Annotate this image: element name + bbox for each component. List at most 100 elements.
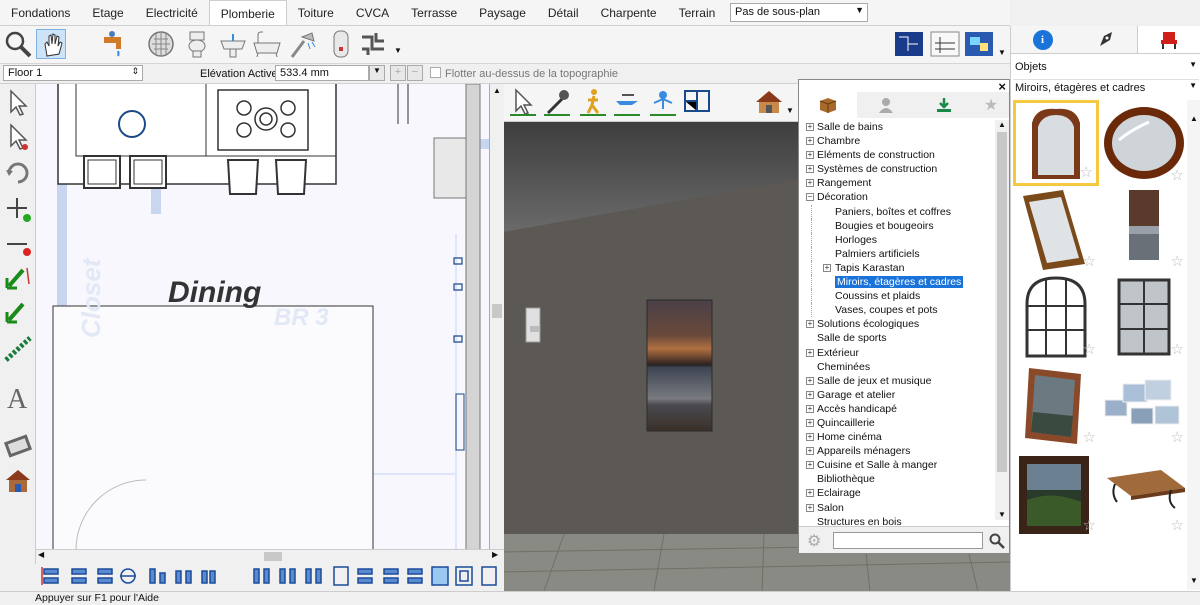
drain-icon[interactable] bbox=[146, 29, 176, 59]
thumb-oval-mirror[interactable]: ☆ bbox=[1101, 100, 1187, 186]
tree-item[interactable]: Horloges bbox=[803, 232, 993, 247]
tab-terrain[interactable]: Terrain bbox=[668, 0, 727, 25]
thumb-rect-mirror[interactable]: ☆ bbox=[1013, 186, 1099, 272]
scroll-thumb[interactable] bbox=[264, 552, 282, 561]
tab-fondations[interactable]: Fondations bbox=[0, 0, 81, 25]
trim-icon[interactable] bbox=[3, 334, 33, 364]
tree-item[interactable]: + Accès handicapé bbox=[803, 402, 993, 416]
tree-item[interactable]: + Tapis Karastan bbox=[803, 260, 993, 276]
scroll-thumb[interactable] bbox=[492, 304, 502, 318]
expand-icon[interactable]: + bbox=[806, 390, 814, 399]
library-search-input[interactable] bbox=[833, 532, 983, 549]
tree-item[interactable]: + Eclairage bbox=[803, 486, 993, 500]
add-point-icon[interactable] bbox=[3, 194, 33, 224]
tab-user[interactable] bbox=[857, 92, 915, 118]
join-line-icon[interactable] bbox=[3, 298, 33, 328]
expand-icon[interactable]: + bbox=[806, 151, 814, 160]
scroll-thumb[interactable] bbox=[997, 132, 1007, 472]
water-heater-icon[interactable] bbox=[326, 29, 356, 59]
settings-gear-icon[interactable]: ⚙ bbox=[807, 531, 821, 551]
layout-icon[interactable] bbox=[682, 87, 712, 117]
tab-download[interactable] bbox=[915, 92, 973, 118]
elevation-input[interactable]: 533.4 mm bbox=[275, 65, 369, 81]
plan-horizontal-scrollbar[interactable]: ◀ ▶ bbox=[36, 549, 504, 563]
sprinkler-icon[interactable] bbox=[648, 87, 678, 117]
float-topo-checkbox[interactable] bbox=[430, 67, 441, 78]
favorite-star-icon[interactable]: ☆ bbox=[1080, 163, 1093, 181]
category-dropdown[interactable]: Miroirs, étagères et cadres ▼ bbox=[1013, 79, 1199, 96]
tree-item[interactable]: + Solutions écologiques bbox=[803, 317, 993, 331]
rotate-icon[interactable] bbox=[3, 158, 33, 188]
shower-icon[interactable] bbox=[288, 29, 318, 59]
expand-icon[interactable]: + bbox=[806, 165, 814, 174]
scroll-up-icon[interactable]: ▲ bbox=[493, 86, 501, 95]
floor-select[interactable]: Floor 1 ⇕ bbox=[3, 65, 143, 81]
camera-icon[interactable] bbox=[3, 430, 33, 460]
favorite-star-icon[interactable]: ☆ bbox=[1171, 428, 1184, 446]
thumb-grid-mirror[interactable]: ☆ bbox=[1101, 274, 1187, 360]
expand-icon[interactable]: + bbox=[806, 348, 814, 357]
scroll-right-icon[interactable]: ▶ bbox=[492, 550, 498, 559]
faucet-icon[interactable] bbox=[100, 29, 130, 59]
favorite-star-icon[interactable]: ☆ bbox=[1171, 340, 1184, 358]
tree-item[interactable]: + Garage et atelier bbox=[803, 388, 993, 402]
tree-item[interactable]: + Salle de bains bbox=[803, 120, 993, 134]
tree-item[interactable]: + Chambre bbox=[803, 134, 993, 148]
tree-item[interactable]: + Extérieur bbox=[803, 346, 993, 360]
text-tool-icon[interactable]: A bbox=[3, 382, 33, 412]
favorite-star-icon[interactable]: ☆ bbox=[1171, 252, 1184, 270]
scroll-down-icon[interactable]: ▼ bbox=[998, 510, 1006, 519]
bathtub-icon[interactable] bbox=[252, 29, 282, 59]
expand-icon[interactable]: + bbox=[806, 503, 814, 512]
3d-view-icon[interactable] bbox=[964, 29, 994, 59]
tree-item[interactable]: Bibliothèque bbox=[803, 472, 993, 486]
expand-icon[interactable]: + bbox=[806, 489, 814, 498]
tab-detail[interactable]: Détail bbox=[537, 0, 590, 25]
thumb-wall-shelf[interactable]: ☆ bbox=[1101, 450, 1187, 536]
expand-icon[interactable]: + bbox=[806, 137, 814, 146]
zoom-icon[interactable] bbox=[3, 29, 33, 59]
tab-toiture[interactable]: Toiture bbox=[287, 0, 345, 25]
tab-plomberie[interactable]: Plomberie bbox=[208, 0, 287, 25]
view-options-icon[interactable]: ▼ bbox=[998, 48, 1006, 57]
sub-plan-select[interactable]: Pas de sous-plan ▼ bbox=[730, 3, 868, 22]
pan-button[interactable] bbox=[36, 29, 66, 59]
tab-info[interactable]: i bbox=[1011, 26, 1074, 53]
tree-item[interactable]: + Appareils ménagers bbox=[803, 444, 993, 458]
multi-select-icon[interactable] bbox=[3, 122, 33, 152]
tab-charpente[interactable]: Charpente bbox=[590, 0, 668, 25]
more-tools-icon[interactable]: ▼ bbox=[394, 46, 402, 55]
expand-icon[interactable]: + bbox=[806, 320, 814, 329]
floor-plan-canvas[interactable]: Dining Closet BR 3 bbox=[36, 84, 490, 550]
favorite-star-icon[interactable]: ☆ bbox=[1171, 166, 1184, 184]
favorite-star-icon[interactable]: ☆ bbox=[1171, 516, 1184, 534]
walkthrough-icon[interactable] bbox=[578, 87, 608, 117]
tree-item[interactable]: + Systèmes de construction bbox=[803, 162, 993, 176]
remove-point-icon[interactable] bbox=[3, 230, 33, 260]
expand-icon[interactable]: + bbox=[806, 404, 814, 413]
house-options-icon[interactable]: ▼ bbox=[786, 106, 794, 115]
tree-scrollbar[interactable]: ▲ ▼ bbox=[995, 120, 1009, 520]
expand-icon[interactable]: + bbox=[806, 376, 814, 385]
collapse-icon[interactable]: − bbox=[806, 193, 814, 202]
tree-item[interactable]: Coussins et plaids bbox=[803, 289, 993, 304]
fly-icon[interactable] bbox=[612, 87, 642, 117]
expand-icon[interactable]: + bbox=[806, 433, 814, 442]
tree-item[interactable]: Cheminées bbox=[803, 360, 993, 374]
elevation-view-icon[interactable] bbox=[930, 29, 960, 59]
scroll-up-icon[interactable]: ▲ bbox=[998, 120, 1006, 129]
align-tool-icons[interactable] bbox=[36, 563, 504, 591]
tree-item[interactable]: Salle de sports bbox=[803, 331, 993, 345]
floor-plan-view-icon[interactable] bbox=[894, 29, 924, 59]
tree-item[interactable]: + Quincaillerie bbox=[803, 416, 993, 430]
tab-cvca[interactable]: CVCA bbox=[345, 0, 400, 25]
tab-furniture[interactable] bbox=[1137, 26, 1200, 53]
tree-item[interactable]: Paniers, boîtes et coffres bbox=[803, 204, 993, 219]
tree-item[interactable]: Palmiers artificiels bbox=[803, 246, 993, 261]
thumb-arched-window-mirror[interactable]: ☆ bbox=[1013, 274, 1099, 360]
scroll-left-icon[interactable]: ◀ bbox=[38, 550, 44, 559]
favorite-star-icon[interactable]: ☆ bbox=[1083, 428, 1096, 446]
eyedropper-icon[interactable] bbox=[542, 87, 572, 117]
tree-item[interactable]: + Salon bbox=[803, 501, 993, 515]
3d-select-icon[interactable] bbox=[508, 87, 538, 117]
